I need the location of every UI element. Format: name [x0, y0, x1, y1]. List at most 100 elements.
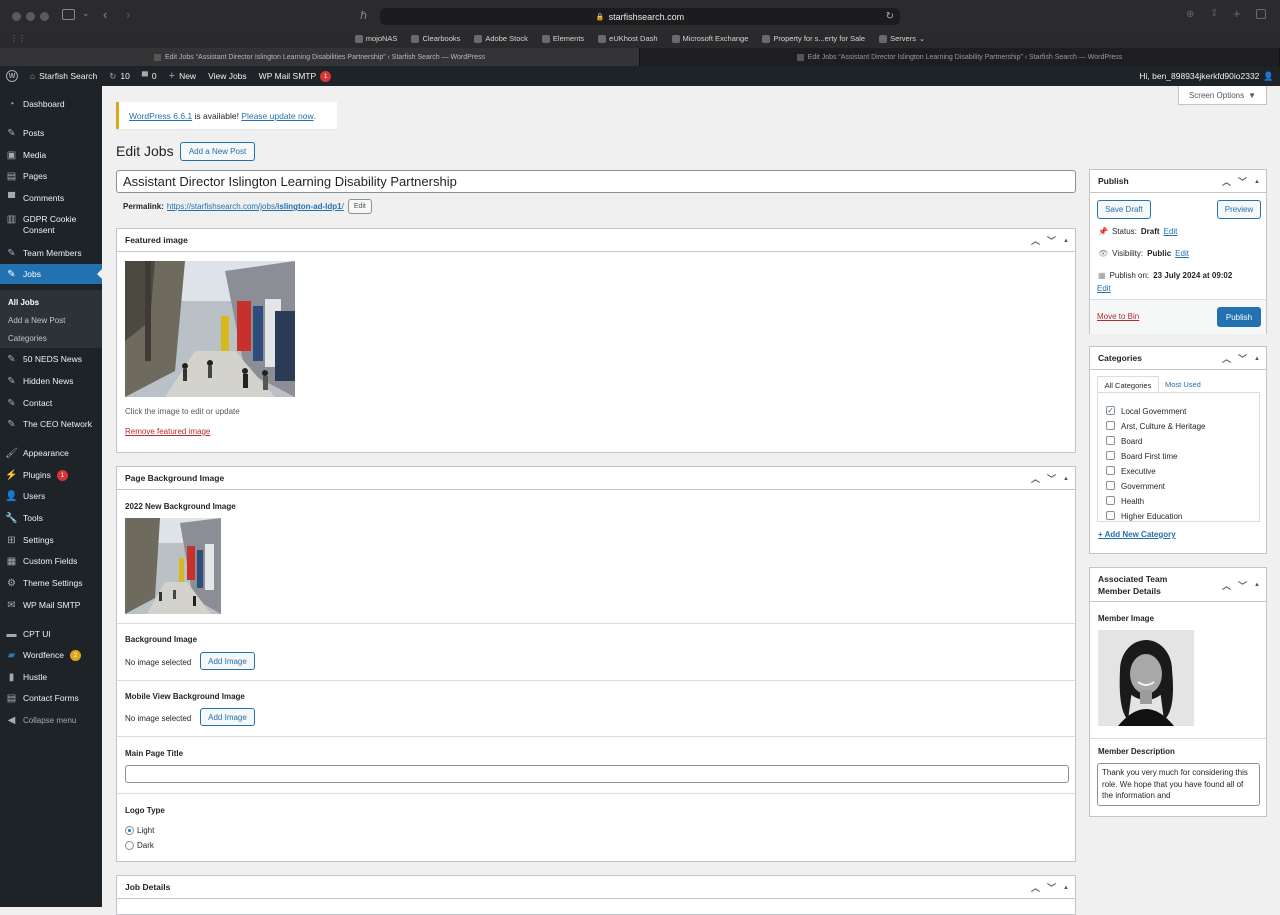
updates-link[interactable]: ↻ 10: [109, 71, 130, 82]
chevron-up-icon[interactable]: ︿: [1031, 472, 1040, 485]
tab-most-used[interactable]: Most Used: [1165, 380, 1201, 389]
edit-publish-date-link[interactable]: Edit: [1097, 284, 1111, 293]
chevron-down-icon[interactable]: ﹀: [1238, 579, 1247, 592]
sidebar-item-contact[interactable]: ✎ Contact: [0, 393, 102, 413]
background-image-thumbnail[interactable]: [125, 518, 221, 614]
add-background-image-button[interactable]: Add Image: [200, 652, 255, 670]
tab-overview-icon[interactable]: [1256, 9, 1266, 19]
my-account-link[interactable]: Hi, ben_898934jkerkfd90io2332 👤: [1139, 71, 1274, 82]
triangle-up-icon[interactable]: ▲: [1254, 179, 1260, 185]
browser-tab-2[interactable]: Edit Jobs “Assistant Director Islington …: [640, 48, 1280, 66]
update-now-link[interactable]: Please update now: [241, 111, 313, 121]
sidebar-item-cpt-ui[interactable]: ▬ CPT UI: [0, 624, 102, 644]
sidebar-item-gdpr[interactable]: ▥ GDPR Cookie Consent: [0, 210, 102, 240]
bookmark-microsoft-exchange[interactable]: Microsoft Exchange: [671, 34, 748, 43]
triangle-up-icon[interactable]: ▲: [1254, 582, 1260, 588]
chevron-down-icon[interactable]: ﹀: [1238, 175, 1247, 188]
team-member-header[interactable]: Associated Team Member Details ︿ ﹀ ▲: [1090, 568, 1266, 602]
forward-icon[interactable]: ›: [126, 7, 130, 22]
categories-header[interactable]: Categories ︿ ﹀ ▲: [1090, 347, 1266, 370]
category-checkbox[interactable]: [1106, 451, 1115, 460]
preview-button[interactable]: Preview: [1217, 200, 1261, 219]
sidebar-item-hidden-news[interactable]: ✎ Hidden News: [0, 371, 102, 391]
wordpress-version-link[interactable]: WordPress 6.6.1: [129, 111, 192, 121]
submenu-categories[interactable]: Categories: [8, 334, 47, 343]
chevron-up-icon[interactable]: ︿: [1031, 234, 1040, 247]
featured-image-thumbnail[interactable]: [125, 261, 295, 397]
job-details-header[interactable]: Job Details ︿ ﹀ ▲: [117, 876, 1075, 899]
sidebar-item-pages[interactable]: ▤ Pages: [0, 166, 102, 186]
category-checkbox[interactable]: [1106, 466, 1115, 475]
chevron-down-icon[interactable]: ﹀: [1238, 352, 1247, 365]
edit-permalink-button[interactable]: Edit: [347, 199, 372, 214]
close-window-button[interactable]: [12, 12, 21, 21]
share-icon[interactable]: ⇪: [1210, 8, 1218, 19]
chevron-up-icon[interactable]: ︿: [1222, 175, 1231, 188]
sidebar-item-tools[interactable]: 🔧 Tools: [0, 508, 102, 528]
sidebar-toggle-icon[interactable]: [62, 9, 75, 20]
save-draft-button[interactable]: Save Draft: [1097, 200, 1151, 219]
add-mobile-image-button[interactable]: Add Image: [200, 708, 255, 726]
chevron-down-icon[interactable]: ﹀: [1047, 234, 1056, 247]
sidebar-item-50-neds-news[interactable]: ✎ 50 NEDS News: [0, 349, 102, 369]
comments-link[interactable]: ▀ 0: [142, 71, 157, 81]
bookmark-folder-servers[interactable]: Servers ⌄: [879, 34, 925, 43]
featured-image-header[interactable]: Featured image ︿ ﹀ ▲: [117, 229, 1075, 252]
chevron-up-icon[interactable]: ︿: [1222, 579, 1231, 592]
sidebar-item-contact-forms[interactable]: ▤ Contact Forms: [0, 688, 102, 708]
bookmark-elements[interactable]: Elements: [541, 34, 584, 43]
edit-status-link[interactable]: Edit: [1164, 227, 1178, 236]
move-to-bin-link[interactable]: Move to Bin: [1097, 312, 1139, 321]
sidebar-item-theme-settings[interactable]: ⚙ Theme Settings: [0, 573, 102, 593]
triangle-up-icon[interactable]: ▲: [1254, 356, 1260, 362]
bookmark-mojonas[interactable]: mojoNAS: [354, 34, 397, 43]
zoom-window-button[interactable]: [40, 12, 49, 21]
minimize-window-button[interactable]: [26, 12, 35, 21]
add-new-category-link[interactable]: + Add New Category: [1098, 530, 1176, 539]
browser-tab-1[interactable]: Edit Jobs “Assistant Director Islington …: [0, 48, 640, 66]
back-icon[interactable]: ‹: [103, 7, 107, 22]
sidebar-item-custom-fields[interactable]: ▦ Custom Fields: [0, 551, 102, 571]
logo-dark-radio[interactable]: [125, 841, 134, 850]
bookmark-clearbooks[interactable]: Clearbooks: [411, 34, 460, 43]
logo-light-radio[interactable]: [125, 826, 134, 835]
main-page-title-input[interactable]: [125, 765, 1069, 783]
sidebar-item-jobs[interactable]: ✎ Jobs: [0, 264, 102, 284]
extension-icon[interactable]: ℏ: [360, 9, 367, 22]
tab-all-categories[interactable]: All Categories: [1097, 376, 1159, 393]
category-checkbox[interactable]: [1106, 421, 1115, 430]
triangle-up-icon[interactable]: ▲: [1063, 885, 1069, 891]
collapse-menu-button[interactable]: ◀ Collapse menu: [0, 710, 102, 730]
wp-mail-smtp-link[interactable]: WP Mail SMTP 1: [259, 70, 332, 82]
site-name-link[interactable]: ⌂ Starfish Search: [30, 71, 97, 81]
sidebar-item-comments[interactable]: ▀ Comments: [0, 188, 102, 208]
sidebar-item-team-members[interactable]: ✎ Team Members: [0, 243, 102, 263]
member-description-textarea[interactable]: Thank you very much for considering this…: [1097, 763, 1260, 806]
sidebar-item-dashboard[interactable]: ◔ Dashboard: [0, 94, 102, 114]
chevron-up-icon[interactable]: ︿: [1031, 881, 1040, 894]
edit-visibility-link[interactable]: Edit: [1175, 249, 1189, 258]
member-image[interactable]: [1098, 630, 1194, 726]
triangle-up-icon[interactable]: ▲: [1063, 238, 1069, 244]
chevron-down-icon[interactable]: ﹀: [1047, 472, 1056, 485]
publish-header[interactable]: Publish ︿ ﹀ ▲: [1090, 170, 1266, 193]
category-checkbox-local-government[interactable]: ✓: [1106, 406, 1115, 415]
chevron-down-icon[interactable]: ﹀: [1047, 881, 1056, 894]
post-title-input[interactable]: Assistant Director Islington Learning Di…: [116, 170, 1076, 193]
sidebar-item-media[interactable]: ▣ Media: [0, 145, 102, 165]
sidebar-item-hustle[interactable]: ▮ Hustle: [0, 667, 102, 687]
chevron-up-icon[interactable]: ︿: [1222, 352, 1231, 365]
category-checkbox[interactable]: [1106, 511, 1115, 520]
submenu-add-new-post[interactable]: Add a New Post: [8, 316, 65, 325]
new-content-link[interactable]: + New: [169, 70, 196, 82]
sidebar-item-settings[interactable]: ⊞ Settings: [0, 530, 102, 550]
sidebar-item-appearance[interactable]: 🖌 Appearance: [0, 443, 102, 463]
reload-icon[interactable]: ↻: [886, 11, 894, 22]
category-checklist[interactable]: ✓ Local Government Arst, Culture & Herit…: [1097, 392, 1260, 522]
triangle-up-icon[interactable]: ▲: [1063, 476, 1069, 482]
sidebar-item-wordfence[interactable]: ▰ Wordfence 2: [0, 645, 102, 665]
screen-options-button[interactable]: Screen Options ▼: [1178, 86, 1267, 105]
sidebar-item-users[interactable]: 👤 Users: [0, 486, 102, 506]
bookmark-adobe-stock[interactable]: Adobe Stock: [474, 34, 528, 43]
add-new-post-button[interactable]: Add a New Post: [180, 142, 255, 161]
